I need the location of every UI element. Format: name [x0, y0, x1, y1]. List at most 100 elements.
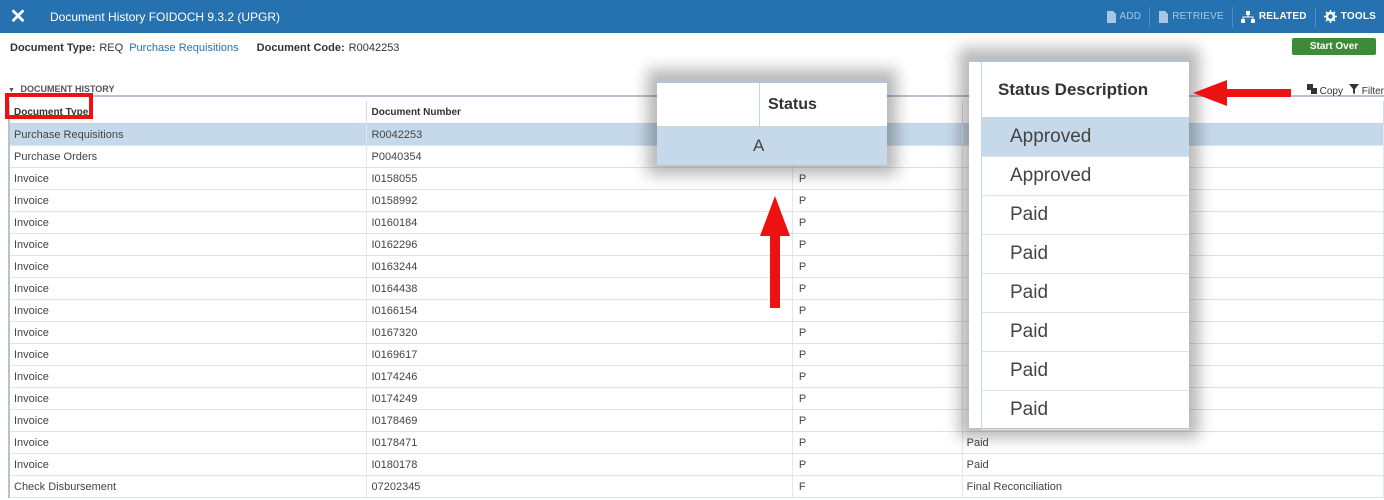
cell-status[interactable]: P	[793, 234, 963, 255]
copy-button[interactable]: Copy	[1306, 83, 1343, 97]
cell-document-type[interactable]: Invoice	[10, 432, 368, 453]
cell-document-type[interactable]: Invoice	[10, 322, 368, 343]
add-label: ADD	[1119, 11, 1142, 22]
status-description-zoom-value: Paid	[981, 196, 1189, 235]
close-icon[interactable]: ✕	[0, 0, 36, 33]
status-description-zoom-value: Approved	[981, 118, 1189, 157]
cell-status-description[interactable]: Paid	[963, 432, 1384, 453]
annotation-highlight-box	[5, 93, 93, 119]
cell-document-number[interactable]: I0174249	[367, 388, 793, 409]
cell-document-number[interactable]: I0162296	[367, 234, 793, 255]
copy-icon	[1306, 83, 1317, 94]
cell-document-number[interactable]: I0178469	[367, 410, 793, 431]
cell-document-type[interactable]: Invoice	[10, 168, 368, 189]
cell-status[interactable]: P	[793, 190, 963, 211]
cell-document-type[interactable]: Invoice	[10, 388, 368, 409]
cell-status[interactable]: P	[793, 388, 963, 409]
status-zoom-value: A	[657, 127, 887, 165]
gear-icon	[1323, 10, 1337, 23]
tools-button[interactable]: TOOLS	[1316, 0, 1384, 33]
cell-document-number[interactable]: I0158055	[367, 168, 793, 189]
cell-status[interactable]: P	[793, 322, 963, 343]
status-description-zoom-value: Paid	[981, 235, 1189, 274]
status-description-zoom-value: Approved	[981, 157, 1189, 196]
cell-status[interactable]: F	[793, 476, 963, 497]
cell-status-description[interactable]: Final Reconciliation	[963, 476, 1384, 497]
cell-status[interactable]: P	[793, 278, 963, 299]
retrieve-button[interactable]: RETRIEVE	[1150, 0, 1232, 33]
cell-document-number[interactable]: I0174246	[367, 366, 793, 387]
cell-status[interactable]: P	[793, 168, 963, 189]
cell-document-number[interactable]: I0166154	[367, 300, 793, 321]
retrieve-label: RETRIEVE	[1172, 11, 1224, 22]
table-row[interactable]: Invoice I0178471 P Paid	[10, 432, 1384, 454]
cell-document-number[interactable]: I0158992	[367, 190, 793, 211]
status-description-zoom-value: Paid	[981, 274, 1189, 313]
cell-document-type[interactable]: Invoice	[10, 410, 368, 431]
toolbar: ADD RETRIEVE RELATED TOOLS	[1098, 0, 1384, 33]
red-arrow-up-icon	[760, 196, 790, 308]
cell-document-type[interactable]: Invoice	[10, 344, 368, 365]
document-code-label: Document Code:	[256, 41, 345, 54]
cell-document-number[interactable]: I0164438	[367, 278, 793, 299]
cell-document-type[interactable]: Purchase Orders	[10, 146, 368, 167]
cell-status[interactable]: P	[793, 344, 963, 365]
document-type-description: Purchase Requisitions	[129, 41, 239, 54]
table-row[interactable]: Check Disbursement 07202345 F Final Reconci…	[10, 476, 1384, 498]
cell-document-type[interactable]: Check Disbursement	[10, 476, 368, 497]
cell-document-type[interactable]: Invoice	[10, 234, 368, 255]
document-type-label: Document Type:	[10, 41, 96, 54]
copy-label: Copy	[1319, 85, 1343, 97]
tools-label: TOOLS	[1340, 11, 1376, 22]
cell-document-type[interactable]: Invoice	[10, 366, 368, 387]
status-description-zoom-callout: Status Description Approved Approved Paid P…	[969, 58, 1189, 430]
cell-document-type[interactable]: Purchase Requisitions	[10, 124, 368, 145]
related-label: RELATED	[1258, 11, 1307, 22]
cell-status[interactable]: P	[793, 212, 963, 233]
table-row[interactable]: Invoice I0180178 P Paid	[10, 454, 1384, 476]
status-zoom-callout: Status A	[657, 79, 887, 165]
status-description-zoom-body: Approved Approved Paid Paid Paid Paid Paid Paid	[969, 118, 1189, 430]
cell-status[interactable]: P	[793, 256, 963, 277]
status-description-zoom-value: Paid	[981, 352, 1189, 391]
related-icon	[1240, 10, 1255, 23]
cell-status[interactable]: P	[793, 410, 963, 431]
cell-document-number[interactable]: I0178471	[367, 432, 793, 453]
status-zoom-header: Status	[657, 83, 887, 127]
cell-status[interactable]: P	[793, 300, 963, 321]
cell-document-type[interactable]: Invoice	[10, 278, 368, 299]
status-description-zoom-value: Paid	[981, 313, 1189, 352]
window-title: Document History FOIDOCH 9.3.2 (UPGR)	[50, 9, 281, 24]
cell-document-number[interactable]: I0169617	[367, 344, 793, 365]
start-over-button[interactable]: Start Over	[1292, 38, 1376, 55]
status-zoom-header-label: Status	[768, 95, 817, 113]
filter-label: Filter	[1361, 85, 1384, 97]
grid-tools: Copy Filter	[1306, 82, 1384, 98]
cell-document-type[interactable]: Invoice	[10, 212, 368, 233]
document-type-value: REQ	[99, 41, 124, 54]
cell-status-description[interactable]: Paid	[963, 454, 1384, 475]
cell-document-number[interactable]: I0180178	[367, 454, 793, 475]
status-description-zoom-header: Status Description	[981, 62, 1189, 118]
cell-document-number[interactable]: I0163244	[367, 256, 793, 277]
red-arrow-left-icon	[1193, 80, 1291, 106]
cell-document-number[interactable]: I0160184	[367, 212, 793, 233]
cell-document-type[interactable]: Invoice	[10, 454, 368, 475]
cell-status[interactable]: P	[793, 432, 963, 453]
cell-status[interactable]: P	[793, 454, 963, 475]
add-button[interactable]: ADD	[1098, 0, 1150, 33]
related-button[interactable]: RELATED	[1233, 0, 1315, 33]
cell-document-type[interactable]: Invoice	[10, 256, 368, 277]
cell-document-number[interactable]: I0167320	[367, 322, 793, 343]
document-code-value: R0042253	[348, 41, 400, 54]
cell-document-type[interactable]: Invoice	[10, 190, 368, 211]
filter-button[interactable]: Filter	[1348, 83, 1384, 97]
status-description-zoom-value: Paid	[981, 391, 1189, 430]
status-zoom-blank-cell	[657, 83, 760, 126]
retrieve-icon	[1159, 10, 1169, 23]
cell-status[interactable]: P	[793, 366, 963, 387]
add-icon	[1106, 10, 1116, 23]
cell-document-number[interactable]: 07202345	[367, 476, 793, 497]
cell-document-type[interactable]: Invoice	[10, 300, 368, 321]
filter-icon	[1348, 83, 1359, 94]
